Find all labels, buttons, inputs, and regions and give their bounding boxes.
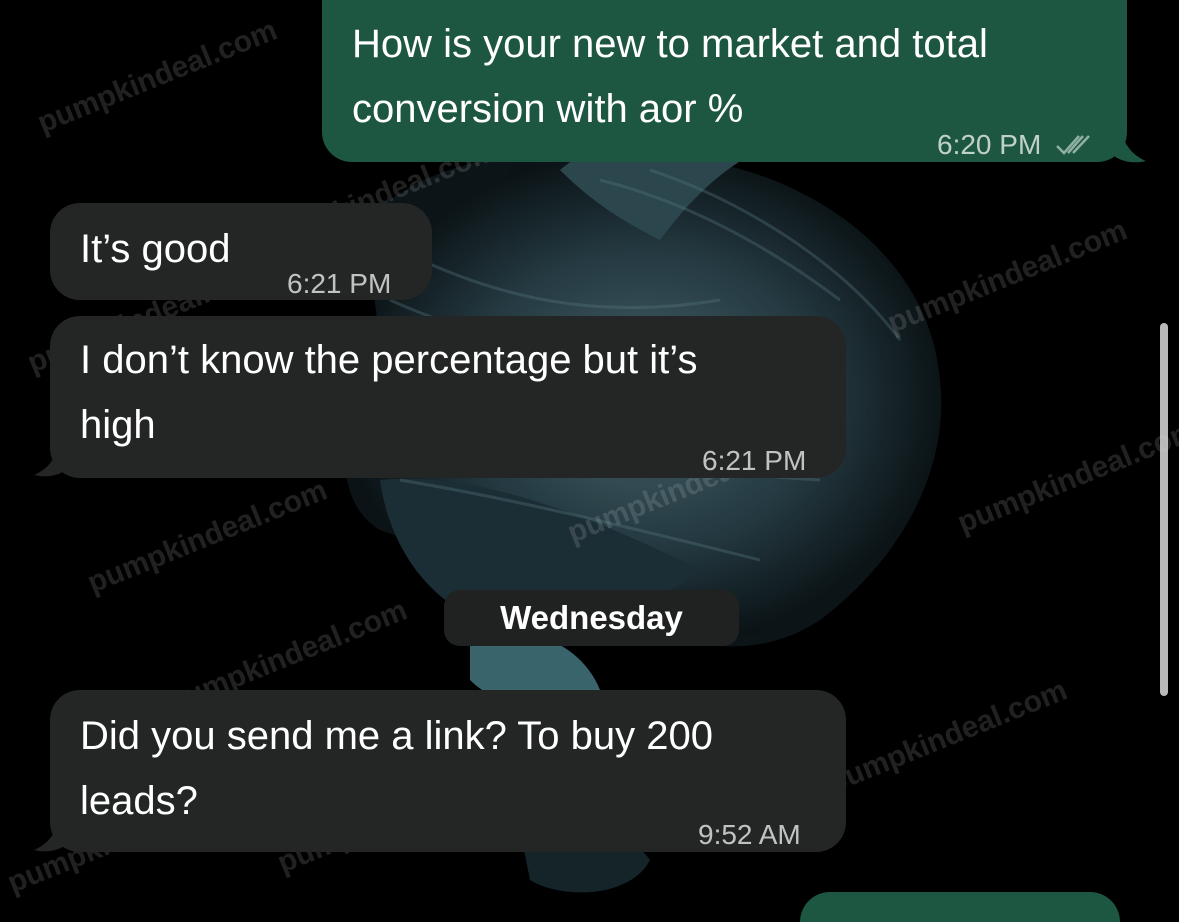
scrollbar[interactable] <box>1160 323 1168 696</box>
message-line: high <box>80 403 156 447</box>
message-time: 6:20 PM <box>937 129 1042 160</box>
message-bubble-incoming[interactable]: It’s good 6:21 PM <box>50 203 432 300</box>
message-line: I don’t know the percentage but it’s <box>80 338 698 382</box>
bubble-tail-incoming <box>34 817 70 852</box>
message-line: leads? <box>80 779 198 823</box>
message-meta: 6:20 PM <box>937 112 1093 181</box>
message-time: 6:21 PM <box>702 445 807 476</box>
message-bubble-outgoing[interactable]: How is your new to market and total conv… <box>322 0 1127 162</box>
message-text: I don’t know the percentage but it’s hig… <box>80 328 697 458</box>
message-bubble-incoming[interactable]: Did you send me a link? To buy 200 leads… <box>50 690 846 852</box>
bubble-tail-outgoing <box>1110 128 1146 163</box>
message-text: It’s good <box>80 217 231 282</box>
message-time: 9:52 AM <box>698 819 801 850</box>
message-line: How is your new to market and total <box>352 22 988 66</box>
double-check-read-icon <box>1055 116 1093 181</box>
message-text: Did you send me a link? To buy 200 leads… <box>80 704 713 834</box>
message-text: How is your new to market and total conv… <box>352 12 988 142</box>
bubble-tail-incoming <box>34 442 70 477</box>
message-line: Did you send me a link? To buy 200 <box>80 714 713 758</box>
message-time: 6:21 PM <box>287 268 392 299</box>
message-bubble-incoming[interactable]: I don’t know the percentage but it’s hig… <box>50 316 846 478</box>
day-separator: Wednesday <box>444 590 739 646</box>
message-line: conversion with aor % <box>352 87 744 131</box>
message-line: It’s good <box>80 227 231 271</box>
message-bubble-outgoing-partial[interactable] <box>800 892 1120 922</box>
